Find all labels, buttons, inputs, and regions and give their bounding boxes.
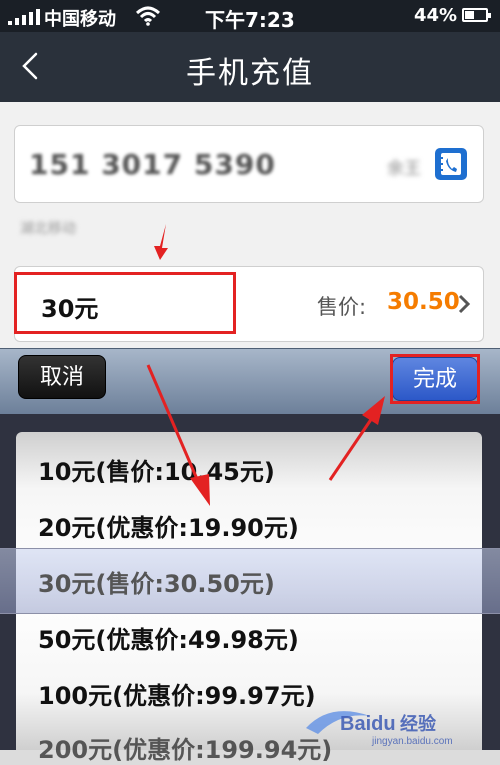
watermark-url: jingyan.baidu.com bbox=[371, 736, 453, 747]
picker-option[interactable]: 50元(优惠价:49.98元) bbox=[38, 620, 299, 655]
cancel-button[interactable]: 取消 bbox=[18, 355, 106, 399]
navigation-bar: 手机充值 bbox=[0, 32, 500, 102]
phone-number-value: 151 3017 5390 bbox=[29, 148, 276, 181]
battery-icon bbox=[462, 8, 491, 22]
baidu-logo-icon: Baidu 经验 jingyan.baidu.com bbox=[306, 711, 453, 747]
watermark-brand: Baidu bbox=[340, 713, 396, 735]
carrier-info: 湖北移动 bbox=[20, 221, 76, 237]
chevron-right-icon bbox=[453, 293, 475, 315]
annotation-box-done bbox=[390, 354, 480, 404]
contacts-button[interactable] bbox=[435, 148, 467, 180]
contacts-book-icon bbox=[439, 153, 461, 175]
picker-option[interactable]: 100元(优惠价:99.97元) bbox=[38, 676, 316, 711]
picker-option[interactable]: 20元(优惠价:19.90元) bbox=[38, 508, 299, 543]
annotation-box-amount bbox=[14, 272, 236, 334]
status-bar: 中国移动 下午7:23 44% bbox=[0, 0, 500, 32]
picker-option[interactable]: 200元(优惠价:199.94元) bbox=[38, 730, 332, 765]
price-value: 30.50 bbox=[387, 289, 460, 315]
price-label: 售价: bbox=[317, 295, 367, 319]
page-title: 手机充值 bbox=[186, 56, 314, 91]
picker-option[interactable]: 10元(售价:10.45元) bbox=[38, 452, 275, 487]
wifi-icon bbox=[135, 6, 161, 31]
phone-number-field[interactable]: 151 3017 5390 余王 bbox=[14, 125, 484, 203]
signal-strength-icon bbox=[8, 9, 40, 25]
status-time: 下午7:23 bbox=[205, 8, 295, 32]
owner-name: 余王 bbox=[387, 159, 421, 179]
picker-option-selected[interactable]: 30元(售价:30.50元) bbox=[38, 564, 275, 599]
carrier-name: 中国移动 bbox=[44, 9, 116, 30]
battery-percent: 44% bbox=[414, 5, 458, 26]
baidu-jingyan-watermark: Baidu 经验 jingyan.baidu.com bbox=[300, 698, 496, 748]
watermark-text: 经验 bbox=[400, 713, 437, 735]
